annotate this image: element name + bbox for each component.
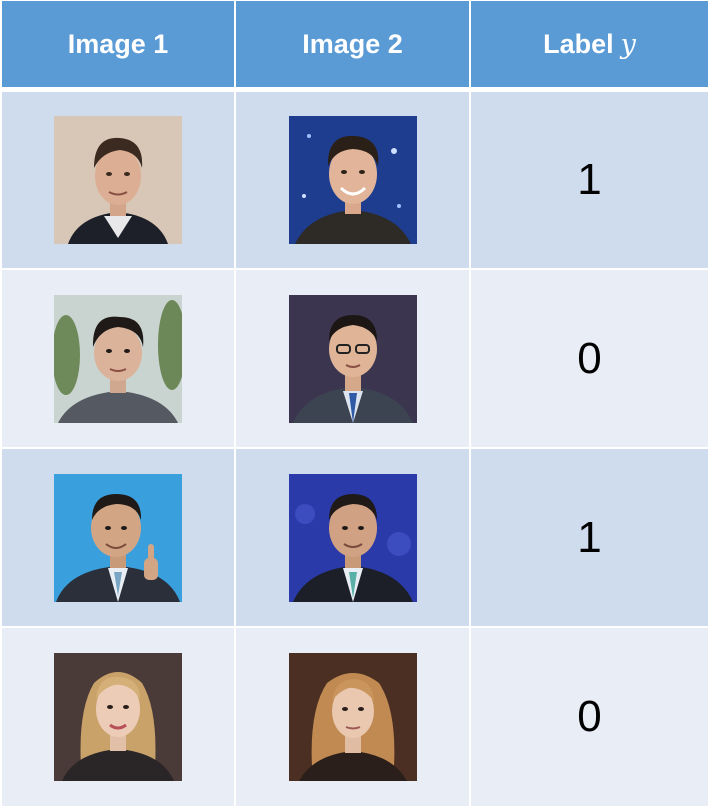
face-photo xyxy=(288,116,417,244)
face-photo xyxy=(288,653,417,781)
table-row: 0 xyxy=(2,628,708,806)
label-cell: 0 xyxy=(471,270,708,447)
header-image-2-label: Image 2 xyxy=(302,28,403,59)
header-image-1-label: Image 1 xyxy=(67,28,169,59)
label-value: 1 xyxy=(577,512,602,562)
image-1-cell xyxy=(2,270,236,447)
label-cell: 1 xyxy=(471,92,708,268)
table-row: 1 xyxy=(2,449,708,626)
image-2-cell xyxy=(236,92,471,268)
table-header: Image 1 Image 2 Label y xyxy=(2,1,708,87)
header-cell-image-2: Image 2 xyxy=(236,1,471,87)
label-value: 1 xyxy=(577,155,602,204)
header-cell-image-1: Image 1 xyxy=(2,1,236,87)
face-photo xyxy=(54,116,182,244)
label-value: 0 xyxy=(577,692,602,741)
image-1-cell xyxy=(2,92,236,268)
image-2-cell xyxy=(236,270,471,447)
label-cell: 0 xyxy=(471,628,708,806)
comparison-table: Image 1 Image 2 Label y 1 0 1 0 xyxy=(2,1,708,806)
table-row: 0 xyxy=(2,270,708,447)
header-cell-label: Label y xyxy=(471,1,708,87)
face-photo xyxy=(54,653,182,781)
image-1-cell xyxy=(2,449,236,626)
image-1-cell xyxy=(2,628,236,806)
header-label-text: Label xyxy=(543,28,614,59)
face-photo xyxy=(288,473,417,602)
face-photo xyxy=(288,294,417,423)
face-photo xyxy=(54,473,182,602)
header-label-variable: y xyxy=(620,28,636,60)
image-2-cell xyxy=(236,449,471,626)
image-2-cell xyxy=(236,628,471,806)
label-cell: 1 xyxy=(471,449,708,626)
label-value: 0 xyxy=(577,333,602,383)
face-photo xyxy=(54,294,182,423)
table-row: 1 xyxy=(2,92,708,268)
